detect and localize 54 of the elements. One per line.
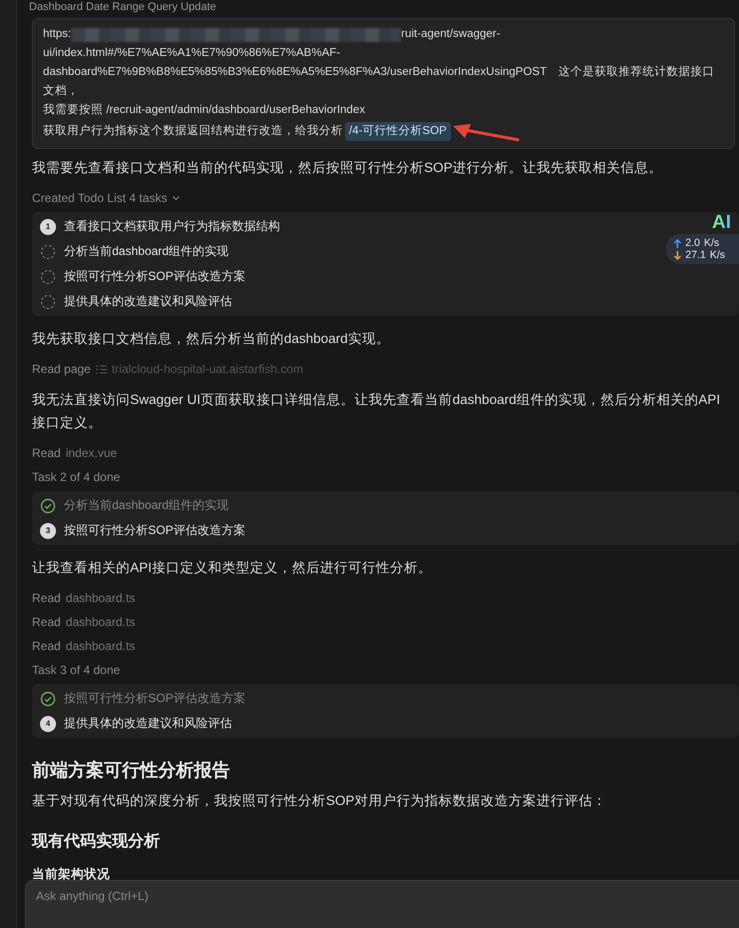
message-text: ruit-agent/swagger-	[401, 27, 500, 42]
message-text: ui/index.html#/%E7%AE%A1%E7%90%86%E7%AB%AF-	[43, 46, 340, 61]
message-text: 我需要按照 /recruit-agent/admin/dashboard/userBehaviorIndex	[43, 102, 366, 118]
empty-circle-icon	[40, 244, 56, 260]
step-number: 4	[40, 716, 56, 732]
assistant-text: 我先获取接口文档信息，然后分析当前的dashboard实现。	[32, 330, 391, 348]
empty-circle-icon	[40, 294, 56, 310]
chevron-down-icon[interactable]	[172, 194, 180, 202]
empty-circle-icon	[40, 268, 56, 284]
download-speed: 27.1	[685, 249, 706, 261]
chat-title: Dashboard Date Range Query Update	[29, 1, 216, 13]
command-chip: /4-可行性分析SOP	[345, 122, 451, 140]
todo-text: 提供具体的改造建议和风险评估	[64, 293, 232, 310]
report-heading: 前端方案可行性分析报告	[32, 759, 231, 782]
step-number: 3	[40, 522, 56, 538]
assistant-text: 我需要先查看接口文档和当前的代码实现，然后按照可行性分析SOP进行分析。让我先获取相关信息。	[32, 159, 664, 177]
message-text: 获取用户行为指标这个数据返回结构进行改造，给我分析	[43, 123, 343, 138]
message-text: https:	[43, 27, 72, 42]
message-text: dashboard%E7%9B%B8%E5%85%B3%E6%8E%A5%E5%8F%A3/userBehaviorIndexUsingPOST 这个是获取推荐统计数据接口文档，	[43, 64, 716, 99]
todo-list-header[interactable]: Created Todo List 4 tasks	[32, 191, 168, 205]
task-status: Task 3 of 4 done	[32, 663, 120, 677]
list-icon	[96, 364, 107, 374]
todo-text: 分析当前dashboard组件的实现	[64, 243, 229, 260]
action-label: Read	[32, 639, 61, 653]
chat-input-field[interactable]: Ask anything (Ctrl+L)	[25, 880, 739, 928]
todo-text: 按照可行性分析SOP评估改造方案	[64, 522, 246, 539]
page-url[interactable]: trialcloud-hospital-uat.aistarfish.com	[112, 362, 304, 376]
subsection-heading: 当前架构状况	[32, 866, 111, 880]
assistant-text: 我无法直接访问Swagger UI页面获取接口详细信息。让我先查看当前dashboard组件的实现，然后分析相关的API接口定义。	[32, 391, 722, 432]
file-name[interactable]: dashboard.ts	[66, 639, 136, 653]
todo-text: 查看接口文档获取用户行为指标数据结构	[64, 218, 280, 235]
file-name[interactable]: dashboard.ts	[66, 591, 136, 605]
todo-text: 按照可行性分析SOP评估改造方案	[64, 268, 246, 285]
action-label: Read	[32, 446, 61, 460]
section-heading: 现有代码实现分析	[32, 831, 161, 852]
check-circle-icon	[40, 690, 56, 706]
action-label: Read	[32, 615, 61, 629]
speed-unit: K/s	[710, 249, 725, 261]
todo-text: 提供具体的改造建议和风险评估	[64, 715, 232, 732]
speed-unit: K/s	[704, 237, 720, 249]
file-name[interactable]: index.vue	[66, 446, 118, 460]
todo-text: 按照可行性分析SOP评估改造方案	[64, 690, 246, 707]
action-label: Read page	[32, 362, 91, 376]
task-status: Task 2 of 4 done	[32, 470, 120, 484]
download-arrow-icon	[674, 250, 682, 260]
upload-speed: 2.0	[685, 237, 700, 249]
check-circle-icon	[40, 498, 56, 514]
assistant-text: 基于对现有代码的深度分析，我按照可行性分析SOP对用户行为指标数据改造方案进行评估：	[32, 792, 608, 810]
action-label: Read	[32, 591, 61, 605]
file-name[interactable]: dashboard.ts	[66, 615, 136, 629]
step-number: 1	[40, 218, 56, 234]
assistant-text: 让我查看相关的API接口定义和类型定义，然后进行可行性分析。	[32, 559, 433, 577]
upload-arrow-icon	[674, 238, 682, 248]
todo-text: 分析当前dashboard组件的实现	[64, 497, 229, 514]
